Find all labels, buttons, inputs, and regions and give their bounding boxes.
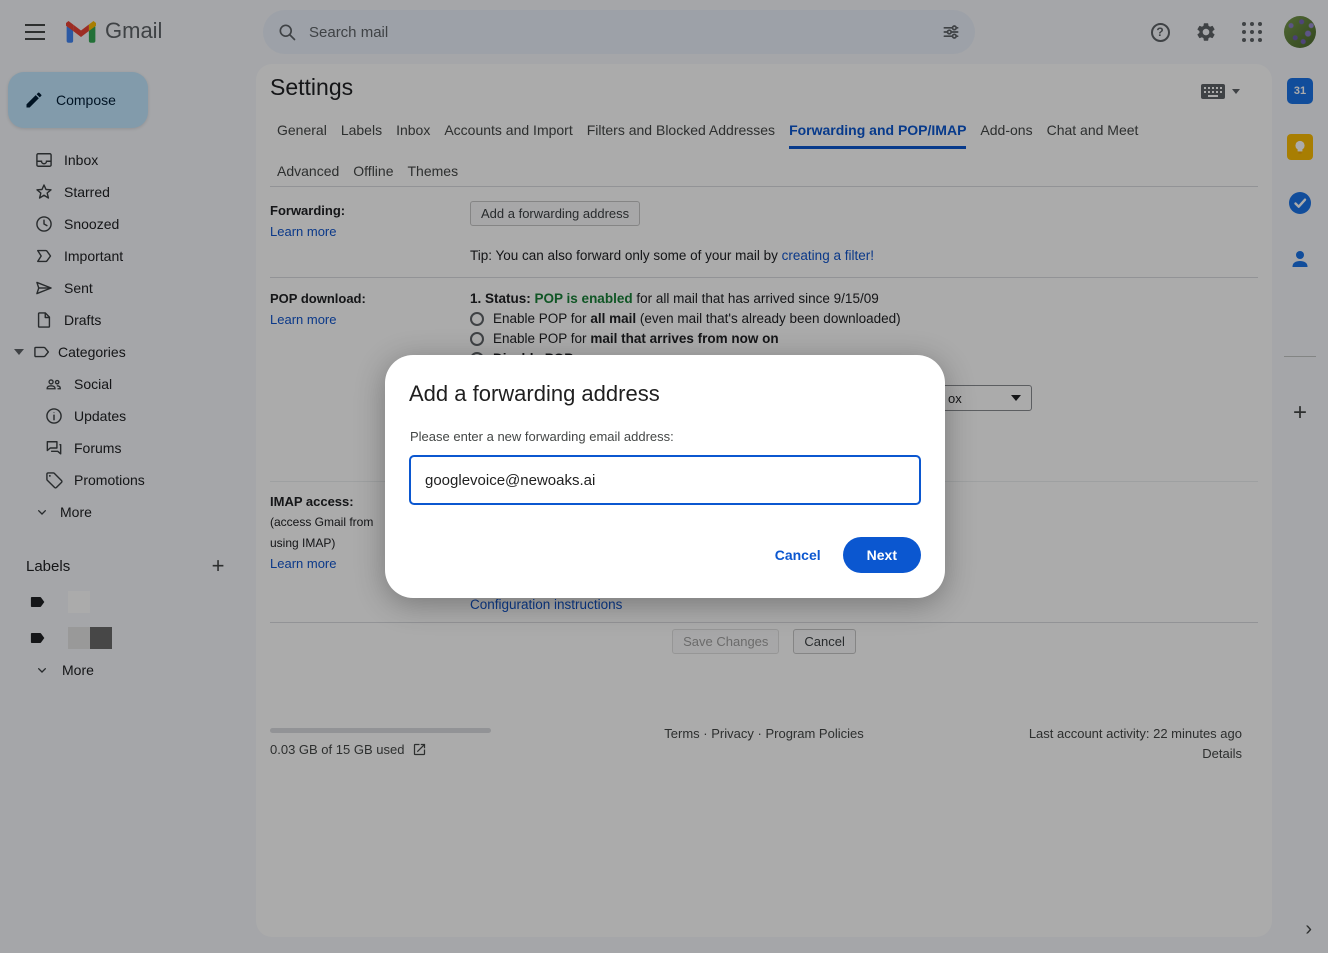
dialog-actions: Cancel Next (775, 537, 921, 573)
dialog-title: Add a forwarding address (409, 381, 660, 407)
add-forwarding-address-dialog: Add a forwarding address Please enter a … (385, 355, 945, 598)
dialog-cancel-button[interactable]: Cancel (775, 547, 821, 563)
forwarding-email-input[interactable] (409, 455, 921, 505)
gmail-app: Gmail ? (0, 0, 1328, 953)
dialog-next-button[interactable]: Next (843, 537, 921, 573)
dialog-prompt: Please enter a new forwarding email addr… (410, 429, 674, 444)
